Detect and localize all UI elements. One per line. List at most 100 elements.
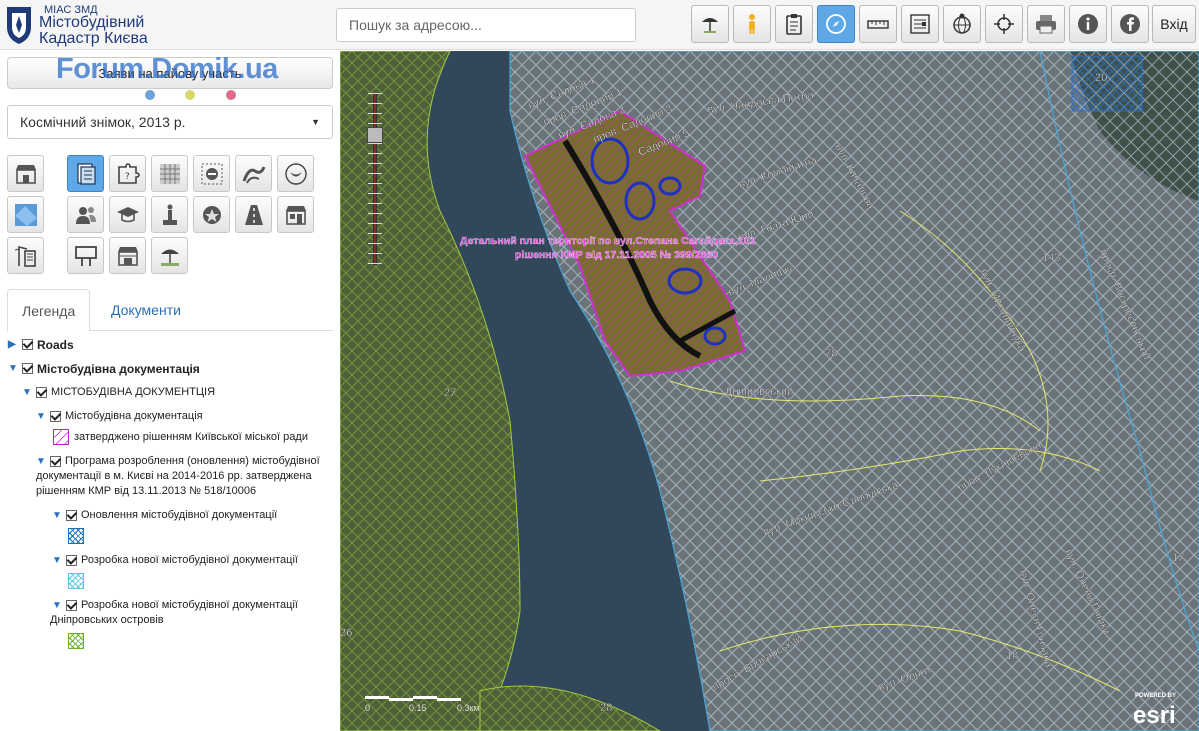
legend-update[interactable]: ▼ Оновлення містобудівної документації — [52, 509, 277, 522]
facebook-icon — [1120, 14, 1140, 34]
document-layers-icon — [76, 162, 96, 185]
layer-police-button[interactable] — [193, 196, 230, 233]
map-canvas[interactable]: вул. Садова 1 пров. Садовий 1 вул. Садов… — [340, 51, 1199, 731]
indicator-dot-blue — [145, 90, 155, 100]
indicator-dot-pink — [226, 90, 236, 100]
layer-plots-button[interactable]: ? — [109, 155, 146, 192]
checkbox-urban-docs[interactable] — [22, 363, 33, 374]
chevron-down-icon[interactable]: ▼ — [52, 554, 62, 567]
scale-label: 0 — [365, 703, 370, 713]
chevron-down-icon[interactable]: ▼ — [36, 410, 46, 423]
district-label: Дніпровський — [725, 386, 793, 398]
chevron-down-icon[interactable]: ▼ — [22, 386, 32, 399]
checkbox-program[interactable] — [50, 456, 61, 467]
print-button[interactable] — [1027, 5, 1065, 43]
report-button[interactable] — [775, 5, 813, 43]
layer-restrictions-button[interactable] — [193, 155, 230, 192]
layer-education-button[interactable] — [109, 196, 146, 233]
compass-icon — [826, 14, 846, 34]
road-interchange-icon — [242, 165, 265, 183]
zone-number: 20 — [1095, 72, 1107, 84]
legend-urban-docs-sub[interactable]: ▼ Містобудівна документація — [36, 410, 203, 423]
checkbox-urban-docs-sub[interactable] — [50, 411, 61, 422]
layer-urban-docs-button[interactable] — [67, 155, 104, 192]
store-icon — [15, 164, 36, 184]
app-header: МІАС ЗМД Містобудівний Кадастр Києва Вхі… — [0, 0, 1199, 50]
chevron-down-icon[interactable]: ▼ — [52, 509, 62, 522]
app-logo[interactable]: МІАС ЗМД Містобудівний Кадастр Києва — [4, 3, 164, 47]
swatch-new-dev — [68, 573, 84, 589]
tab-documents[interactable]: Документи — [97, 289, 195, 331]
swatch-update — [68, 528, 84, 544]
person-icon — [749, 14, 755, 34]
legend-button[interactable] — [901, 5, 939, 43]
chevron-right-icon[interactable]: ▶ — [8, 338, 18, 351]
sidebar-tabs: Легенда Документи — [7, 289, 333, 332]
layer-beaches-button[interactable] — [151, 237, 188, 274]
layer-zoning-button[interactable] — [151, 155, 188, 192]
layer-stores-button[interactable] — [7, 155, 44, 192]
checkbox-new-dev[interactable] — [66, 555, 77, 566]
legend-roads[interactable]: ▶ Roads — [8, 338, 74, 352]
layer-roads-button[interactable] — [235, 196, 272, 233]
layer-shops-button[interactable] — [277, 196, 314, 233]
esri-logo: esri — [1133, 702, 1176, 729]
legend-new-dev-islands-line2: Дніпровських островів — [50, 614, 164, 626]
layer-transport-button[interactable] — [235, 155, 272, 192]
info-button[interactable] — [1069, 5, 1107, 43]
layer-population-button[interactable] — [67, 196, 104, 233]
basemap-select[interactable]: Космічний знімок, 2013 р. ▼ — [7, 105, 333, 139]
zoom-slider-handle[interactable] — [367, 127, 383, 143]
map-view[interactable]: вул. Садова 1 пров. Садовий 1 вул. Садов… — [340, 51, 1199, 731]
map-legend-icon — [910, 14, 930, 34]
street-view-button[interactable] — [733, 5, 771, 43]
swatch-approved — [53, 429, 69, 445]
layer-monuments-button[interactable] — [151, 196, 188, 233]
navigate-button[interactable] — [817, 5, 855, 43]
zoom-slider-ticks — [368, 93, 382, 265]
legend-new-dev[interactable]: ▼ Розробка нової містобудівної документа… — [52, 554, 298, 567]
chevron-down-icon[interactable]: ▼ — [8, 362, 18, 375]
swatch-islands — [68, 633, 84, 649]
legend-program-line2-row: документації в м. Києві на 2014-2016 рр.… — [36, 470, 312, 482]
layer-map-area-button[interactable] — [7, 196, 44, 233]
checkbox-update[interactable] — [66, 510, 77, 521]
checkbox-new-dev-islands[interactable] — [66, 600, 77, 611]
zone-number: 78 — [825, 348, 837, 360]
puzzle-icon: ? — [117, 162, 140, 184]
address-search-input[interactable] — [336, 8, 636, 42]
checkbox-roads[interactable] — [22, 339, 33, 350]
legend-new-dev-islands[interactable]: ▼ Розробка нової містобудівної документа… — [52, 599, 298, 612]
legend-urban-docs-caps[interactable]: ▼ МІСТОБУДІВНА ДОКУМЕНТЦІЯ — [22, 386, 215, 399]
apply-share-participation-button[interactable]: Заяви на пайову участь — [7, 57, 333, 89]
layer-kiosks-button[interactable] — [109, 237, 146, 274]
login-button[interactable]: Вхід — [1152, 5, 1196, 43]
layer-advertising-button[interactable] — [67, 237, 104, 274]
facebook-button[interactable] — [1111, 5, 1149, 43]
legend-program[interactable]: ▼ Програма розроблення (оновлення) місто… — [36, 455, 320, 468]
tab-legend[interactable]: Легенда — [7, 289, 91, 332]
select-caret-icon: ▼ — [311, 117, 320, 127]
beach-icon — [160, 249, 179, 266]
legend-urban-docs[interactable]: ▼ Містобудівна документація — [8, 362, 200, 376]
clipboard-icon — [786, 14, 802, 35]
layer-green-zones-button[interactable] — [277, 155, 314, 192]
chevron-down-icon[interactable]: ▼ — [36, 455, 46, 468]
kiosk-icon — [117, 246, 138, 266]
legend-new-dev-islands-line1: Розробка нової містобудівної документаці… — [81, 599, 298, 611]
measure-button[interactable] — [859, 5, 897, 43]
svg-text:?: ? — [125, 172, 130, 182]
legend-program-line1: Програма розроблення (оновлення) містобу… — [65, 455, 320, 467]
zoom-slider[interactable] — [367, 93, 383, 265]
legend-approved-label: затверджено рішенням Київської міської р… — [74, 431, 308, 443]
zone-number: 18 — [1006, 650, 1018, 662]
beach-umbrella-button[interactable] — [691, 5, 729, 43]
beach-umbrella-icon — [702, 18, 718, 33]
chevron-down-icon[interactable]: ▼ — [52, 599, 62, 612]
scale-label: 0.15 — [409, 703, 427, 713]
locate-address-button[interactable] — [943, 5, 981, 43]
detailed-plan-label-line1: Детальний план території по вул.Степана … — [460, 235, 756, 247]
my-location-button[interactable] — [985, 5, 1023, 43]
layer-construction-button[interactable] — [7, 237, 44, 274]
checkbox-urban-docs-caps[interactable] — [36, 387, 47, 398]
